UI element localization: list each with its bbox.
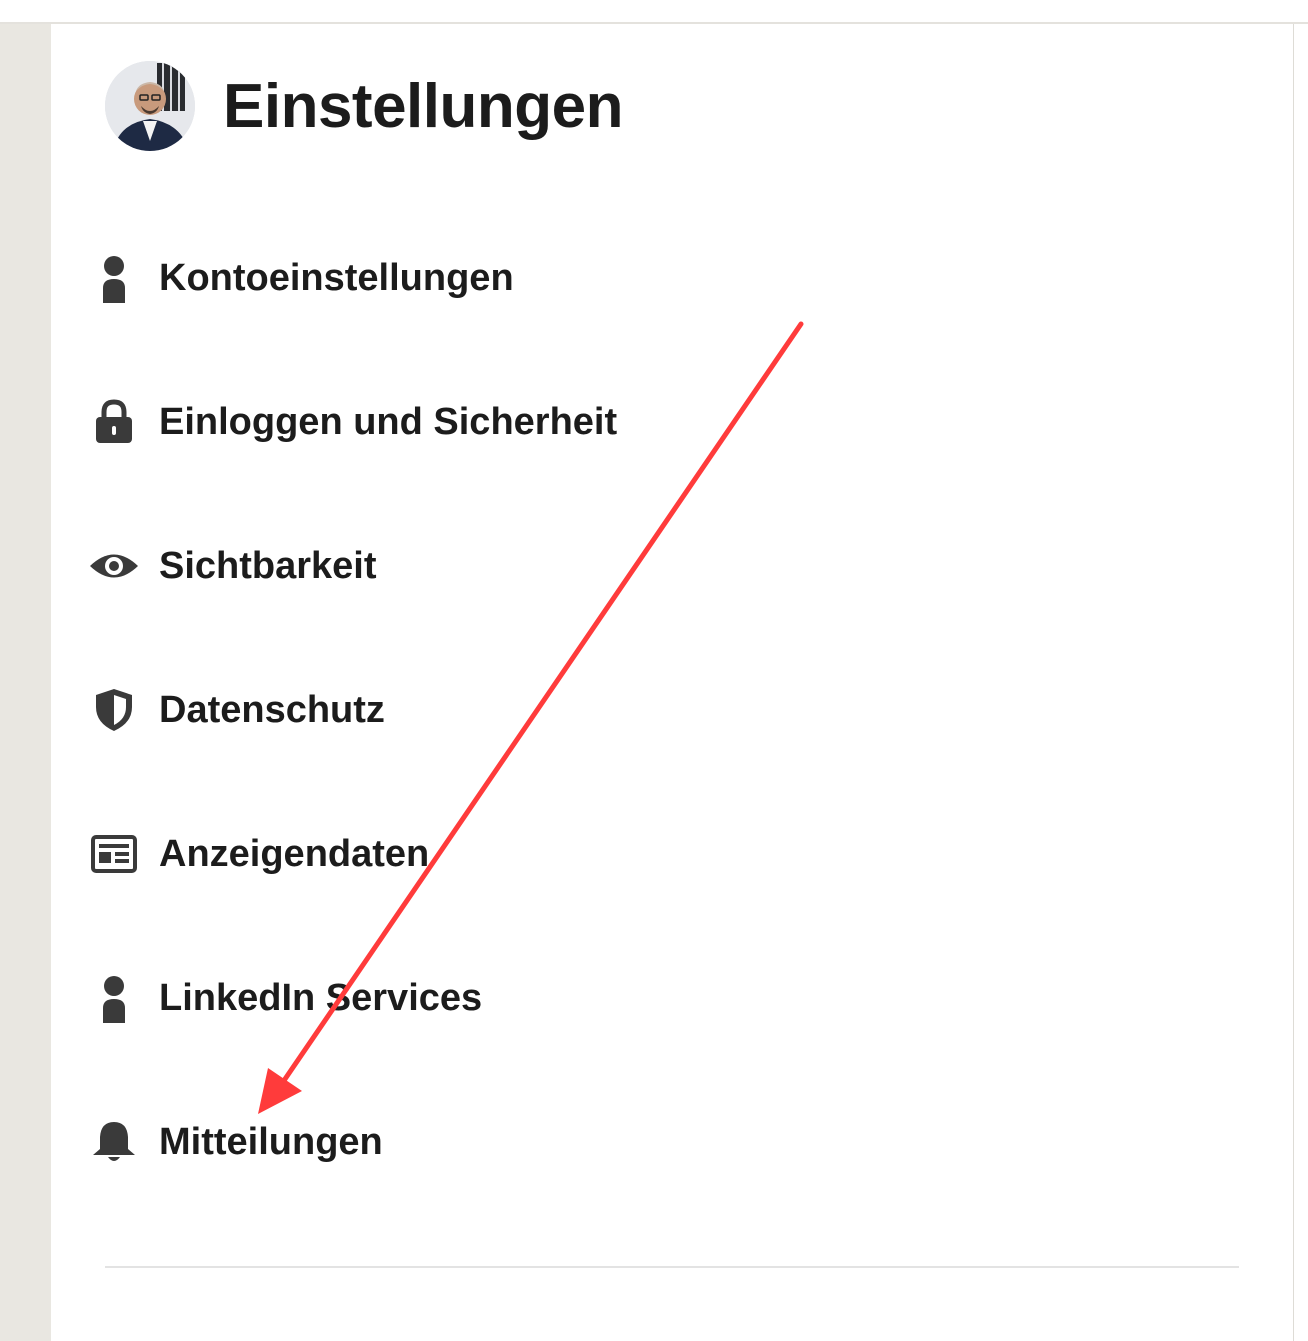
lock-icon <box>89 397 139 447</box>
menu-item-sichtbarkeit[interactable]: Sichtbarkeit <box>89 494 617 638</box>
menu-item-label: Sichtbarkeit <box>159 544 377 587</box>
menu-item-label: Mitteilungen <box>159 1120 383 1163</box>
menu-item-einloggen-und-sicherheit[interactable]: Einloggen und Sicherheit <box>89 350 617 494</box>
top-strip <box>0 0 1308 24</box>
settings-header: Einstellungen <box>105 60 623 152</box>
page-title: Einstellungen <box>223 71 623 141</box>
bell-icon <box>89 1117 139 1167</box>
divider <box>105 1266 1239 1268</box>
settings-card: Einstellungen Kontoeinstellungen Einlogg… <box>51 24 1293 1341</box>
menu-item-label: Kontoeinstellungen <box>159 256 514 299</box>
menu-item-label: LinkedIn Services <box>159 976 483 1019</box>
menu-item-linkedin-services[interactable]: LinkedIn Services <box>89 926 617 1070</box>
person-icon <box>89 253 139 303</box>
menu-item-mitteilungen[interactable]: Mitteilungen <box>89 1070 617 1214</box>
shield-icon <box>89 685 139 735</box>
person-icon <box>89 973 139 1023</box>
eye-icon <box>89 541 139 591</box>
menu-item-kontoeinstellungen[interactable]: Kontoeinstellungen <box>89 206 617 350</box>
right-edge <box>1293 24 1308 1341</box>
newspaper-icon <box>89 829 139 879</box>
settings-page: Einstellungen Kontoeinstellungen Einlogg… <box>0 0 1308 1341</box>
menu-item-label: Anzeigendaten <box>159 832 430 875</box>
avatar[interactable] <box>105 61 195 151</box>
menu-item-label: Einloggen und Sicherheit <box>159 400 618 443</box>
menu-item-label: Datenschutz <box>159 688 385 731</box>
menu-item-anzeigendaten[interactable]: Anzeigendaten <box>89 782 617 926</box>
menu-item-datenschutz[interactable]: Datenschutz <box>89 638 617 782</box>
avatar-photo-icon <box>105 61 195 151</box>
settings-menu: Kontoeinstellungen Einloggen und Sicherh… <box>89 206 617 1214</box>
